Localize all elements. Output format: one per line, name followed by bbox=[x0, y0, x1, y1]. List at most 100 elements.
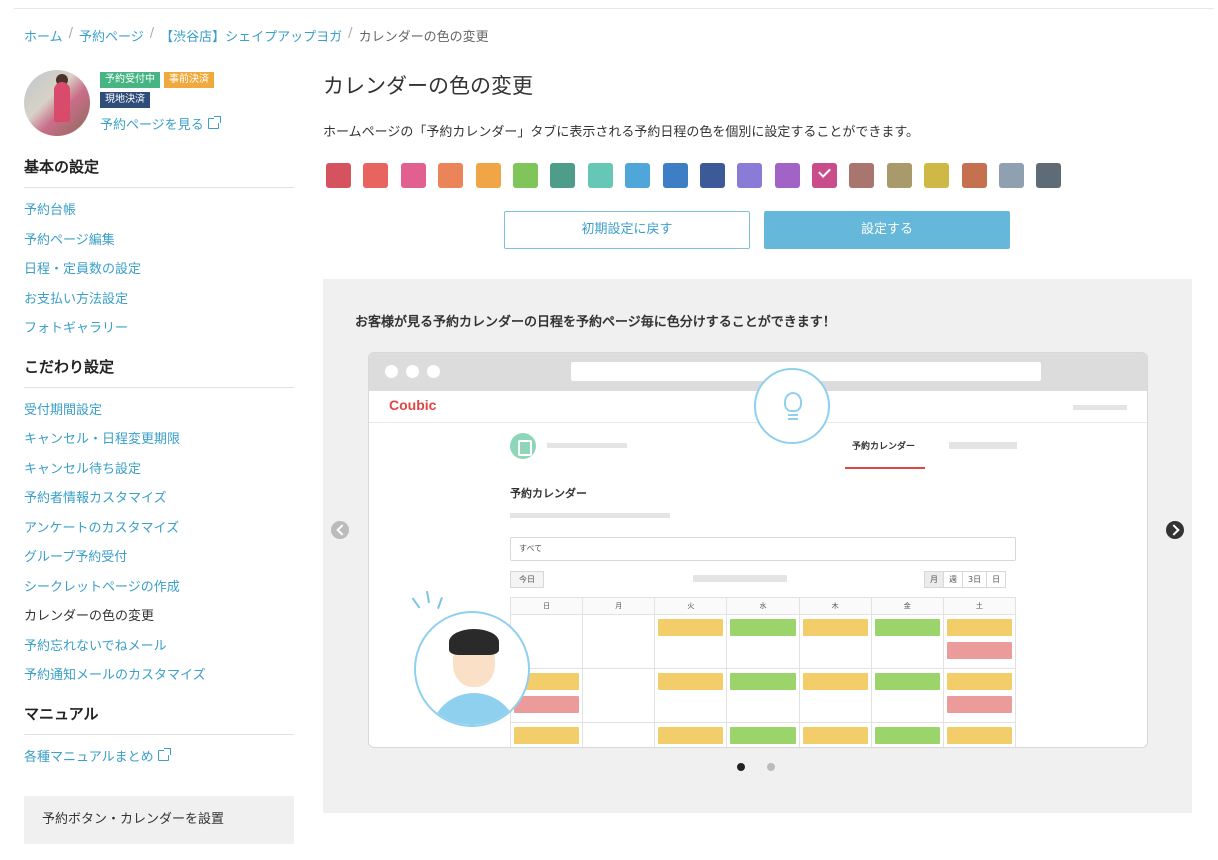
sidebar-item-customer-info[interactable]: 予約者情報カスタマイズ bbox=[24, 484, 294, 514]
shop-icon bbox=[510, 433, 536, 459]
browser-dot bbox=[427, 365, 440, 378]
view-month: 月 bbox=[925, 572, 943, 587]
top-divider bbox=[14, 8, 1214, 9]
color-swatch[interactable] bbox=[886, 163, 912, 188]
color-swatch[interactable] bbox=[326, 163, 351, 188]
tab-underline bbox=[845, 467, 925, 469]
calendar-cell bbox=[798, 614, 872, 669]
sidebar-item-reminder-mail[interactable]: 予約忘れないでねメール bbox=[24, 632, 294, 662]
breadcrumb-separator: / bbox=[348, 26, 353, 41]
breadcrumb: ホーム / 予約ページ / 【渋谷店】シェイプアップヨガ / カレンダーの色の変… bbox=[24, 26, 489, 45]
page-title: カレンダーの色の変更 bbox=[323, 74, 533, 98]
sidebar-item-cancel-deadline[interactable]: キャンセル・日程変更期限 bbox=[24, 425, 294, 455]
calendar-cell bbox=[942, 614, 1017, 669]
basic-settings-group: 基本の設定 予約台帳 予約ページ編集 日程・定員数の設定 お支払い方法設定 フォ… bbox=[24, 156, 294, 344]
color-swatch[interactable] bbox=[699, 163, 725, 188]
calendar-cell bbox=[870, 614, 944, 669]
sidebar-item-waitlist[interactable]: キャンセル待ち設定 bbox=[24, 455, 294, 485]
calendar-cell bbox=[509, 722, 584, 747]
check-icon bbox=[818, 165, 831, 178]
breadcrumb-booking-pages[interactable]: 予約ページ bbox=[79, 26, 144, 45]
manual-group: マニュアル 各種マニュアルまとめ bbox=[24, 703, 294, 773]
calendar-cell bbox=[654, 722, 728, 747]
calendar-cell bbox=[798, 668, 872, 723]
breadcrumb-home[interactable]: ホーム bbox=[24, 26, 63, 45]
sidebar-item-edit-page[interactable]: 予約ページ編集 bbox=[24, 226, 294, 256]
breadcrumb-shop[interactable]: 【渋谷店】シェイプアップヨガ bbox=[160, 26, 342, 45]
color-swatch[interactable] bbox=[961, 163, 987, 188]
reset-button[interactable]: 初期設定に戻す bbox=[504, 211, 750, 249]
calendar-event bbox=[946, 619, 1012, 636]
color-swatch[interactable] bbox=[363, 163, 389, 188]
calendar-cell bbox=[726, 668, 800, 723]
sidebar: 予約受付中 事前決済 現地決済 予約ページを見る 基本の設定 予約台帳 予約ペー… bbox=[24, 70, 294, 772]
weekday-tue: 火 bbox=[654, 597, 728, 615]
set-button[interactable]: 設定する bbox=[764, 211, 1010, 249]
preview-caption: お客様が見る予約カレンダーの日程を予約ページ毎に色分けすることができます！ bbox=[355, 315, 836, 330]
sidebar-item-group-booking[interactable]: グループ予約受付 bbox=[24, 543, 294, 573]
sidebar-item-acceptance-period[interactable]: 受付期間設定 bbox=[24, 396, 294, 426]
status-badges: 予約受付中 事前決済 現地決済 bbox=[100, 72, 240, 108]
carousel-dot-1[interactable] bbox=[737, 763, 745, 771]
color-swatch[interactable] bbox=[812, 163, 838, 188]
color-swatch[interactable] bbox=[774, 163, 800, 188]
calendar-grid: 日 月 火 水 木 金 土 bbox=[509, 597, 1017, 747]
install-button[interactable]: 予約ボタン・カレンダーを設置 bbox=[24, 796, 294, 844]
view-3day: 3日 bbox=[962, 572, 987, 587]
color-swatch[interactable] bbox=[1036, 163, 1062, 188]
calendar-cell bbox=[654, 668, 728, 723]
color-swatch[interactable] bbox=[625, 163, 651, 188]
sidebar-item-booking-ledger[interactable]: 予約台帳 bbox=[24, 196, 294, 226]
calendar-week-row bbox=[509, 668, 1017, 723]
calendar-cell bbox=[654, 614, 728, 669]
color-swatch[interactable] bbox=[550, 163, 576, 188]
calendar-cell bbox=[582, 614, 656, 669]
calendar-event bbox=[658, 727, 724, 744]
carousel-dot-2[interactable] bbox=[767, 763, 775, 771]
calendar-cell bbox=[942, 722, 1017, 747]
status-badge-accepting: 予約受付中 bbox=[100, 72, 160, 88]
color-swatch[interactable] bbox=[737, 163, 763, 188]
calendar-cell bbox=[798, 722, 872, 747]
preview-panel: お客様が見る予約カレンダーの日程を予約ページ毎に色分けすることができます！ Co… bbox=[323, 279, 1192, 813]
sidebar-item-manuals[interactable]: 各種マニュアルまとめ bbox=[24, 743, 294, 773]
color-swatch[interactable] bbox=[924, 163, 950, 188]
sidebar-item-notification-mail[interactable]: 予約通知メールのカスタマイズ bbox=[24, 661, 294, 691]
sidebar-item-calendar-color[interactable]: カレンダーの色の変更 bbox=[24, 602, 294, 632]
browser-mockup: Coubic 予約カレンダー 予約カレンダー すべて 今日 月 週 3日 日 日… bbox=[368, 352, 1148, 748]
weekday-sun: 日 bbox=[509, 597, 584, 615]
sidebar-item-schedule-capacity[interactable]: 日程・定員数の設定 bbox=[24, 255, 294, 285]
breadcrumb-current: カレンダーの色の変更 bbox=[358, 30, 489, 45]
placeholder-tab bbox=[949, 442, 1017, 449]
lightbulb-icon bbox=[754, 368, 830, 444]
weekday-thu: 木 bbox=[798, 597, 872, 615]
calendar-event bbox=[730, 619, 796, 636]
coubic-logo: Coubic bbox=[389, 397, 437, 413]
calendar-cell bbox=[942, 668, 1017, 723]
color-swatch[interactable] bbox=[438, 163, 464, 188]
color-swatch[interactable] bbox=[662, 163, 688, 188]
sidebar-item-secret-page[interactable]: シークレットページの作成 bbox=[24, 573, 294, 603]
color-swatch[interactable] bbox=[849, 163, 875, 188]
carousel-prev-icon[interactable] bbox=[331, 521, 349, 539]
color-swatch[interactable] bbox=[587, 163, 613, 188]
color-swatch[interactable] bbox=[475, 163, 501, 188]
calendar-title: 予約カレンダー bbox=[510, 487, 587, 500]
sidebar-item-payment-methods[interactable]: お支払い方法設定 bbox=[24, 285, 294, 315]
status-badge-onsite-payment: 現地決済 bbox=[100, 92, 150, 108]
sidebar-item-survey[interactable]: アンケートのカスタマイズ bbox=[24, 514, 294, 544]
color-swatch[interactable] bbox=[512, 163, 538, 188]
view-week: 週 bbox=[943, 572, 962, 587]
view-booking-page-link[interactable]: 予約ページを見る bbox=[100, 114, 240, 133]
avatar[interactable] bbox=[24, 70, 90, 136]
view-booking-page-label: 予約ページを見る bbox=[100, 118, 204, 133]
tab-booking-calendar: 予約カレンダー bbox=[852, 442, 916, 452]
carousel-next-icon[interactable] bbox=[1166, 521, 1184, 539]
calendar-event bbox=[874, 619, 940, 636]
calendar-cell bbox=[726, 722, 800, 747]
manuals-label: 各種マニュアルまとめ bbox=[24, 749, 154, 765]
sidebar-item-photo-gallery[interactable]: フォトギャラリー bbox=[24, 314, 294, 344]
browser-bar bbox=[369, 353, 1147, 391]
color-swatch[interactable] bbox=[400, 163, 426, 188]
color-swatch[interactable] bbox=[999, 163, 1025, 188]
